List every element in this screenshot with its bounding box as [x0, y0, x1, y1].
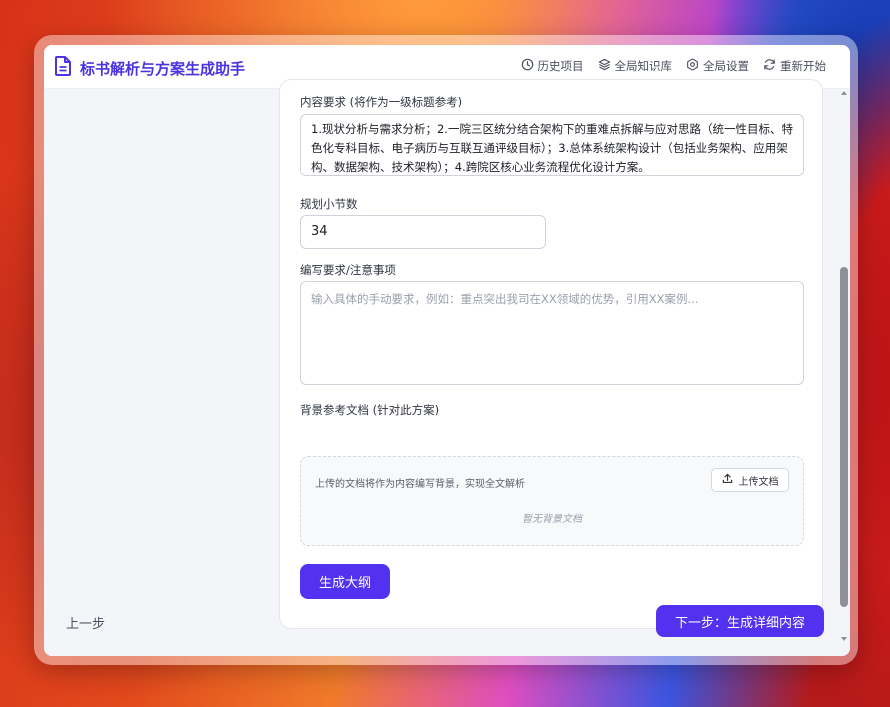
background-docs-label: 背景参考文档 (针对此方案): [300, 403, 440, 417]
main-content: 内容要求 (将作为一级标题参考) 1.现状分析与需求分析；2.一院三区统分结合架…: [44, 79, 850, 656]
app-title: 标书解析与方案生成助手: [80, 59, 246, 78]
nav-settings-button[interactable]: 全局设置: [686, 58, 749, 74]
brand: 标书解析与方案生成助手: [54, 56, 245, 80]
upload-document-label: 上传文档: [738, 476, 779, 488]
app-container: 标书解析与方案生成助手 历史项目 全局知识库 全局设置 重新开始 内容要求 (将…: [44, 45, 850, 656]
top-nav: 历史项目 全局知识库 全局设置 重新开始: [521, 58, 826, 74]
upload-hint-text: 上传的文档将作为内容编写背景，实现全文解析: [315, 479, 525, 490]
generate-outline-button[interactable]: 生成大纲: [300, 564, 390, 599]
nav-restart-button[interactable]: 重新开始: [763, 58, 826, 74]
refresh-icon: [763, 58, 776, 74]
clock-icon: [521, 58, 534, 74]
nav-knowledge-button[interactable]: 全局知识库: [598, 58, 673, 74]
writing-notes-label: 编写要求/注意事项: [300, 263, 396, 277]
content-requirement-textarea[interactable]: 1.现状分析与需求分析；2.一院三区统分结合架构下的重难点拆解与应对思路（统一性…: [300, 114, 804, 176]
no-documents-text: 暂无背景文档: [522, 514, 582, 525]
content-requirement-label: 内容要求 (将作为一级标题参考): [300, 95, 463, 109]
outline-form-card: 内容要求 (将作为一级标题参考) 1.现状分析与需求分析；2.一院三区统分结合架…: [279, 79, 823, 629]
nav-history-button[interactable]: 历史项目: [521, 58, 584, 74]
sections-count-input[interactable]: 34: [300, 215, 546, 249]
upload-icon: [722, 473, 733, 487]
vertical-scrollbar[interactable]: [840, 89, 848, 649]
writing-notes-placeholder: 输入具体的手动要求，例如：重点突出我司在XX领域的优势，引用XX案例...: [311, 292, 699, 306]
sections-count-label: 规划小节数: [300, 197, 358, 211]
scroll-up-arrow-icon[interactable]: [841, 91, 847, 95]
scrollbar-thumb[interactable]: [840, 267, 848, 607]
gear-icon: [686, 58, 699, 74]
scroll-down-arrow-icon[interactable]: [841, 637, 847, 641]
background-docs-dropzone[interactable]: 上传的文档将作为内容编写背景，实现全文解析 上传文档 暂无背景文档: [300, 456, 804, 546]
layers-icon: [598, 58, 611, 74]
previous-step-button[interactable]: 上一步: [66, 613, 105, 632]
nav-history-label: 历史项目: [537, 59, 584, 73]
nav-knowledge-label: 全局知识库: [614, 59, 673, 73]
document-icon: [54, 56, 72, 80]
next-step-button[interactable]: 下一步：生成详细内容: [656, 605, 824, 637]
upload-document-button[interactable]: 上传文档: [711, 468, 789, 492]
nav-settings-label: 全局设置: [703, 59, 749, 73]
writing-notes-textarea[interactable]: 输入具体的手动要求，例如：重点突出我司在XX领域的优势，引用XX案例...: [300, 281, 804, 385]
nav-restart-label: 重新开始: [780, 59, 826, 73]
